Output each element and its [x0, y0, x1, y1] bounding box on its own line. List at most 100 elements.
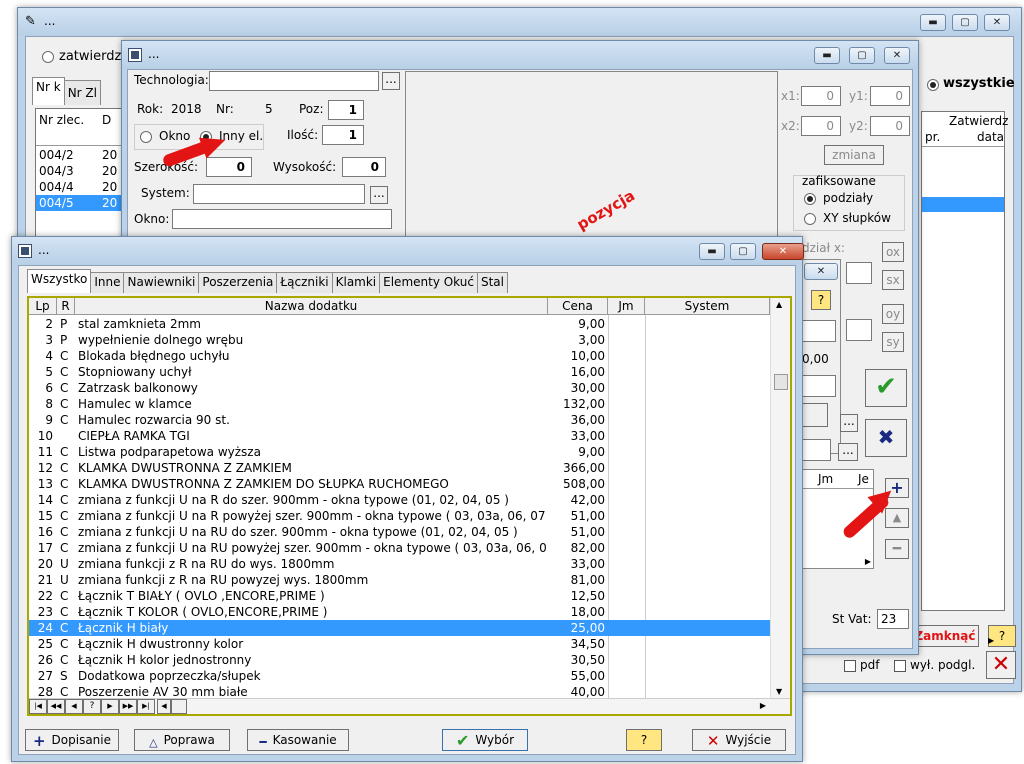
inner-button[interactable]	[802, 403, 828, 427]
inner-help-button[interactable]: ?	[811, 290, 831, 310]
table-row[interactable]: 15 Czmiana z funkcji U na R powyżej szer.…	[29, 508, 770, 524]
inner-input[interactable]	[802, 320, 836, 342]
kasowanie-button[interactable]: ━ Kasowanie	[247, 729, 349, 751]
nav-help-button[interactable]: ?	[83, 699, 101, 714]
table-row[interactable]: 13 C KLAMKA DWUSTRONNA Z ZAMKIEM DO SŁUPKA…	[29, 476, 770, 492]
oy-button[interactable]: oy	[882, 304, 904, 324]
col-jm[interactable]: Jm	[608, 298, 645, 315]
zmiana-button[interactable]: zmiana	[824, 145, 884, 165]
tab-wszystko[interactable]: Wszystko	[27, 269, 92, 293]
ok-check-button[interactable]: ✔	[865, 369, 907, 407]
nav-first-button[interactable]: |◀	[29, 699, 47, 714]
approval-selected-row[interactable]	[922, 197, 1004, 212]
dzial-input2[interactable]	[846, 319, 872, 341]
table-row[interactable]: 16 Czmiana z funkcji U na RU do szer. 900…	[29, 524, 770, 540]
sy-button[interactable]: sy	[882, 332, 904, 352]
minimize-button[interactable]: ▬	[814, 47, 840, 64]
scroll-thumb[interactable]	[774, 374, 788, 390]
ox-button[interactable]: ox	[882, 242, 904, 262]
tab-elementy-okuc[interactable]: Elementy Okuć	[379, 272, 478, 293]
y1-input[interactable]: 0	[870, 86, 910, 106]
table-row[interactable]: 4 C Blokada błędnego uchyłu 10,00	[29, 348, 770, 364]
nav-next-page-button[interactable]: ▶▶	[119, 699, 137, 714]
maximize-button[interactable]: ▢	[849, 47, 875, 64]
table-row[interactable]: 23 C Łącznik T KOLOR ( OVLO,ENCORE,PRIME )…	[29, 604, 770, 620]
dopisanie-button[interactable]: + Dopisanie	[25, 729, 119, 751]
tab-laczniki[interactable]: Łączniki	[276, 272, 333, 293]
nav-prev-button[interactable]: ◀	[65, 699, 83, 714]
poprawa-button[interactable]: △ Poprawa	[134, 729, 230, 751]
table-row[interactable]: 6 C Zatrzask balkonowy 30,00	[29, 380, 770, 396]
remove-row-button[interactable]: ━	[885, 539, 909, 559]
scroll-right-icon[interactable]: ▶	[988, 636, 994, 645]
stvat-input[interactable]: 23	[877, 609, 909, 629]
inner-input2[interactable]	[802, 375, 836, 397]
table-row[interactable]: 20 Uzmiana funkcji z R na RU do wys. 1800…	[29, 556, 770, 572]
wysokosc-input[interactable]: 0	[342, 157, 386, 177]
table-row[interactable]: 10 CIEPŁA RAMKA TGI 33,00	[29, 428, 770, 444]
tab-inne[interactable]: Inne	[90, 272, 125, 293]
tab-nr-zl[interactable]: Nr Zl	[63, 80, 101, 105]
order-row[interactable]: 004/5 20	[36, 195, 124, 211]
order-row[interactable]: 004/4 20	[36, 179, 124, 195]
inner-browse-button[interactable]: ...	[840, 414, 858, 432]
tab-nr-k[interactable]: Nr k	[32, 77, 65, 105]
okno2-input[interactable]	[172, 209, 392, 229]
table-row[interactable]: 25 C Łącznik H dwustronny kolor 34,50	[29, 636, 770, 652]
vertical-scrollbar[interactable]: ▲ ▼	[770, 298, 790, 698]
minimize-button[interactable]: ▬	[699, 243, 725, 260]
inner-input3[interactable]	[801, 439, 831, 461]
col-cena[interactable]: Cena	[548, 298, 608, 315]
pdf-checkbox[interactable]	[844, 660, 856, 672]
xy-radio[interactable]	[804, 213, 816, 225]
technologia-browse-button[interactable]: ...	[382, 72, 400, 90]
col-lp[interactable]: Lp	[29, 298, 57, 315]
table-row[interactable]: 17 Czmiana z funkcji U na RU powyżej szer…	[29, 540, 770, 556]
table-row[interactable]: 12 C KLAMKA DWUSTRONNA Z ZAMKIEM 366,00	[29, 460, 770, 476]
col-nazwa[interactable]: Nazwa dodatku	[75, 298, 548, 315]
close-button[interactable]: ✕	[884, 47, 910, 64]
nav-next-button[interactable]: ▶	[101, 699, 119, 714]
preview-checkbox[interactable]	[894, 660, 906, 672]
table-row[interactable]: 22 C Łącznik T BIAŁY ( OVLO ,ENCORE,PRIME …	[29, 588, 770, 604]
grid-scroll-right[interactable]: ▶	[865, 557, 871, 566]
exit-x-button[interactable]: ✕	[986, 651, 1016, 679]
hscroll-left[interactable]: ◀	[157, 699, 171, 714]
table-row[interactable]: 3 Pwypełnienie dolnego wrębu 3,00	[29, 332, 770, 348]
table-row[interactable]: 14 Czmiana z funkcji U na R do szer. 900m…	[29, 492, 770, 508]
nav-prev-page-button[interactable]: ◀◀	[47, 699, 65, 714]
table-row[interactable]: 8 C Hamulec w klamce 132,00	[29, 396, 770, 412]
wybor-button[interactable]: ✔ Wybór	[442, 729, 528, 751]
wyjscie-button[interactable]: ✕ Wyjście	[692, 729, 786, 751]
col-r[interactable]: R	[57, 298, 75, 315]
maximize-button[interactable]: ▢	[730, 243, 756, 260]
system-browse-button[interactable]: ...	[370, 186, 388, 204]
minimize-button[interactable]: ▬	[920, 14, 946, 31]
technologia-input[interactable]	[209, 71, 379, 91]
poz-input[interactable]: 1	[328, 100, 364, 120]
order-row[interactable]: 004/2 20	[36, 147, 124, 163]
tab-klamki[interactable]: Klamki	[331, 272, 381, 293]
y2-input[interactable]: 0	[870, 116, 910, 136]
table-row[interactable]: 9 C Hamulec rozwarcia 90 st. 36,00	[29, 412, 770, 428]
tab-stal[interactable]: Stal	[476, 272, 508, 293]
table-row[interactable]: 24 C Łącznik H biały 25,00	[29, 620, 770, 636]
table-row[interactable]: 21 Uzmiana funkcji z R na RU powyzej wys.…	[29, 572, 770, 588]
podzialy-radio[interactable]	[804, 193, 816, 205]
close-button[interactable]: ✕	[984, 14, 1010, 31]
dzial-input[interactable]	[846, 262, 872, 284]
cancel-x-button[interactable]: ✖	[865, 419, 907, 457]
table-row[interactable]: 2 Pstal zamknieta 2mm 9,00	[29, 316, 770, 332]
maximize-button[interactable]: ▢	[952, 14, 978, 31]
nav-last-button[interactable]: ▶|	[137, 699, 155, 714]
close-button[interactable]: ✕	[762, 243, 804, 260]
help-button[interactable]: ?	[626, 729, 662, 751]
inner-close-button[interactable]: ✕	[804, 263, 838, 280]
system-input[interactable]	[193, 184, 365, 204]
okno-radio[interactable]	[140, 131, 152, 143]
col-system[interactable]: System	[645, 298, 770, 315]
approved-radio[interactable]	[42, 51, 54, 63]
sx-button[interactable]: sx	[882, 270, 904, 290]
scroll-up-icon[interactable]: ▲	[776, 300, 782, 309]
table-row[interactable]: 5 C Stopniowany uchył 16,00	[29, 364, 770, 380]
